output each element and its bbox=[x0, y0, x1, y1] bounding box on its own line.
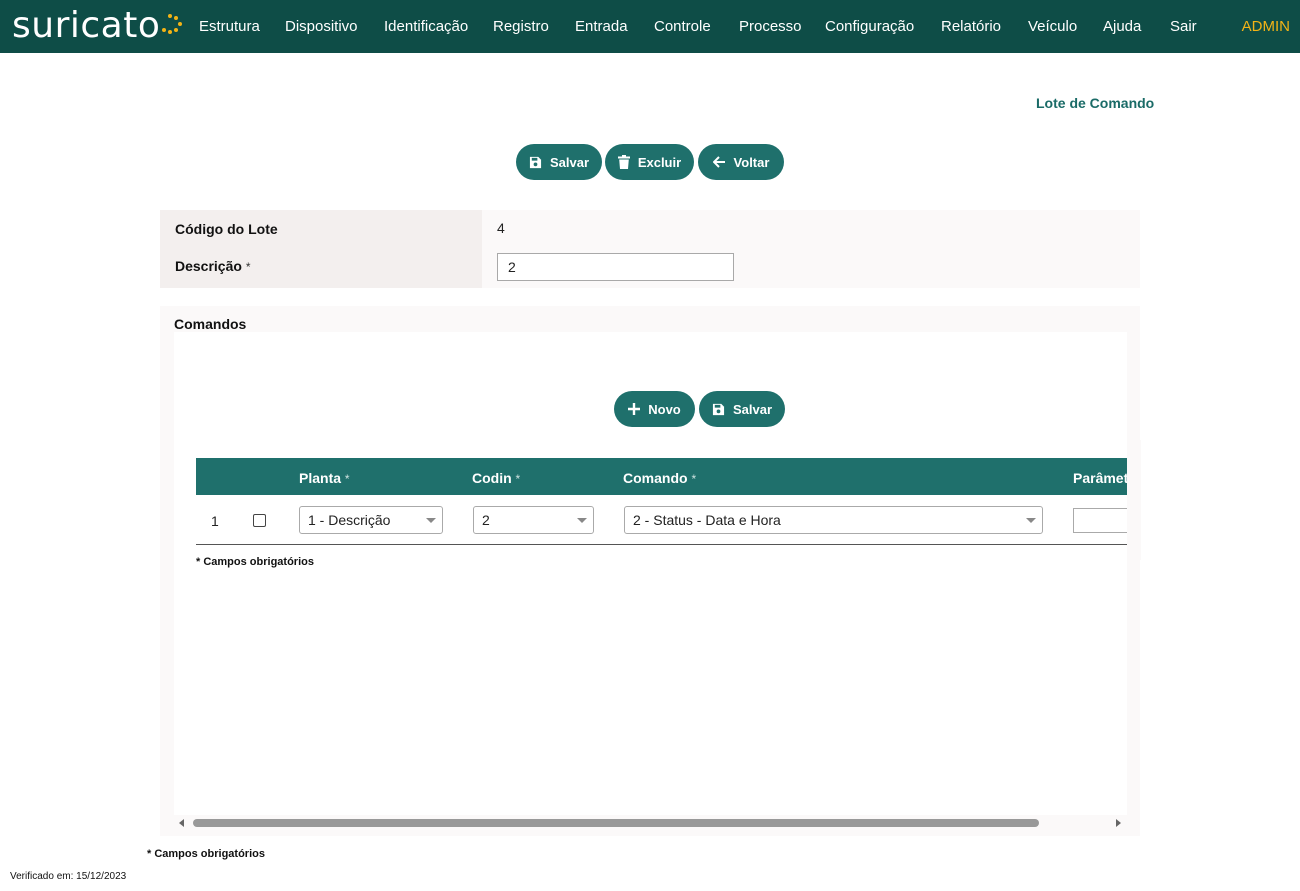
arrow-left-icon bbox=[712, 156, 725, 168]
row-checkbox[interactable] bbox=[253, 514, 266, 527]
row-index: 1 bbox=[211, 513, 219, 529]
page-title: Lote de Comando bbox=[1036, 95, 1155, 111]
save-button[interactable]: Salvar bbox=[516, 144, 602, 180]
trash-icon bbox=[617, 155, 630, 169]
required-marker: * bbox=[245, 260, 251, 274]
new-command-button[interactable]: Novo bbox=[614, 391, 695, 427]
nav-item-ajuda[interactable]: Ajuda bbox=[1103, 18, 1141, 36]
save-button-label: Salvar bbox=[549, 154, 590, 170]
column-header-parametro[interactable]: Parâmet bbox=[1073, 470, 1128, 486]
parametro-input[interactable] bbox=[1073, 508, 1133, 533]
plus-icon bbox=[628, 403, 641, 415]
new-command-label: Novo bbox=[648, 401, 681, 417]
nav-item-estrutura[interactable]: Estrutura bbox=[199, 18, 260, 36]
codigo-label: Código do Lote bbox=[175, 221, 278, 237]
top-navbar: suricato Estrutura Dispositivo Identific… bbox=[0, 0, 1300, 53]
delete-button-label: Excluir bbox=[637, 154, 682, 170]
save-commands-button[interactable]: Salvar bbox=[699, 391, 785, 427]
horizontal-scrollbar[interactable] bbox=[174, 815, 1127, 831]
scroll-right-arrow-icon[interactable] bbox=[1116, 819, 1121, 827]
codin-select-value: 2 bbox=[482, 512, 490, 528]
back-button-label: Voltar bbox=[733, 154, 770, 170]
delete-button[interactable]: Excluir bbox=[605, 144, 694, 180]
logo-text: suricato bbox=[12, 5, 161, 46]
descricao-input[interactable]: 2 bbox=[497, 253, 734, 281]
nav-item-entrada[interactable]: Entrada bbox=[575, 18, 628, 36]
nav-item-sair[interactable]: Sair bbox=[1170, 18, 1197, 36]
logo[interactable]: suricato bbox=[12, 4, 183, 48]
nav-item-relatorio[interactable]: Relatório bbox=[941, 18, 1001, 36]
nav-item-processo[interactable]: Processo bbox=[739, 18, 802, 36]
commands-title: Comandos bbox=[174, 316, 247, 332]
grid-clip-edge bbox=[1127, 440, 1141, 560]
column-header-comando[interactable]: Comando * bbox=[623, 470, 696, 486]
planta-select[interactable]: 1 - Descrição bbox=[299, 506, 443, 534]
floppy-disk-icon bbox=[712, 403, 725, 415]
floppy-disk-icon bbox=[529, 156, 542, 168]
commands-panel: Comandos bbox=[160, 306, 1140, 836]
codigo-value: 4 bbox=[497, 220, 505, 236]
user-name[interactable]: ADMIN bbox=[1242, 18, 1290, 36]
scroll-left-arrow-icon[interactable] bbox=[179, 819, 184, 827]
column-header-planta[interactable]: Planta * bbox=[299, 470, 350, 486]
chevron-down-icon bbox=[426, 518, 436, 523]
nav-item-controle[interactable]: Controle bbox=[654, 18, 711, 36]
back-button[interactable]: Voltar bbox=[698, 144, 784, 180]
nav-item-configuracao[interactable]: Configuração bbox=[825, 18, 914, 36]
nav-item-identificacao[interactable]: Identificação bbox=[384, 18, 468, 36]
descricao-label: Descrição * bbox=[175, 258, 251, 274]
comando-select-value: 2 - Status - Data e Hora bbox=[633, 512, 781, 528]
scrollbar-thumb[interactable] bbox=[193, 819, 1039, 827]
column-header-codin[interactable]: Codin * bbox=[472, 470, 520, 486]
lote-form: Código do Lote Descrição * 4 2 bbox=[160, 210, 1140, 288]
required-fields-note: * Campos obrigatórios bbox=[196, 556, 314, 568]
nav-item-dispositivo[interactable]: Dispositivo bbox=[285, 18, 358, 36]
verified-date: Verificado em: 15/12/2023 bbox=[10, 871, 127, 882]
codin-select[interactable]: 2 bbox=[473, 506, 594, 534]
nav-item-registro[interactable]: Registro bbox=[493, 18, 549, 36]
required-fields-note-footer: * Campos obrigatórios bbox=[147, 848, 265, 860]
logo-dots-icon bbox=[162, 14, 183, 34]
chevron-down-icon bbox=[577, 518, 587, 523]
nav-item-veiculo[interactable]: Veículo bbox=[1028, 18, 1077, 36]
comando-select[interactable]: 2 - Status - Data e Hora bbox=[624, 506, 1043, 534]
save-commands-label: Salvar bbox=[732, 401, 773, 417]
chevron-down-icon bbox=[1026, 518, 1036, 523]
planta-select-value: 1 - Descrição bbox=[308, 512, 391, 528]
